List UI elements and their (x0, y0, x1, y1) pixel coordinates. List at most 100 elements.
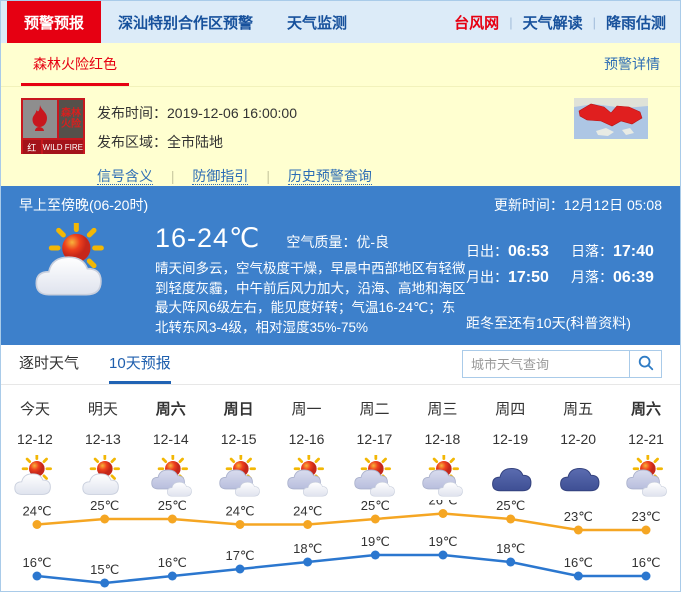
temperature-chart: 24℃ 25℃ 25℃ 24℃ 24℃ 25℃ 26℃ 25℃ 23℃ 23℃ 16℃ 15℃ 16℃ 1… (1, 500, 681, 592)
svg-text:17℃: 17℃ (225, 548, 254, 563)
sun-clouds-icon (205, 454, 273, 500)
link-signal-meaning[interactable]: 信号含义 (97, 168, 153, 185)
city-search (462, 350, 662, 378)
sun-cloud-icon (1, 454, 69, 500)
day-name: 明天 (69, 398, 137, 419)
svg-text:24℃: 24℃ (22, 504, 51, 519)
flame-icon (23, 100, 57, 138)
divider: | (509, 15, 512, 30)
forecast-day-column: 明天12-13 (69, 398, 137, 500)
forecast-tabbar: 逐时天气 10天预报 (1, 345, 680, 385)
forecast-day-column: 周六 12-21 (612, 398, 680, 500)
day-name: 周二 (341, 398, 409, 419)
tab-forest-fire-red-warning[interactable]: 森林火险红色 (21, 54, 129, 86)
svg-text:25℃: 25℃ (158, 500, 187, 513)
tab-10day-forecast[interactable]: 10天预报 (109, 352, 171, 384)
svg-text:26℃: 26℃ (428, 500, 457, 508)
forecast-day-column: 周三12-18 (408, 398, 476, 500)
wildfire-icon-title: 森林 火险 (59, 100, 83, 138)
publish-time-value: 2019-12-06 16:00:00 (167, 105, 297, 121)
winter-solstice-note: 距冬至还有10天(科普资料) (466, 313, 662, 333)
publish-area-value: 全市陆地 (167, 134, 223, 150)
day-date: 12-20 (544, 431, 612, 447)
link-history-warning-query[interactable]: 历史预警查询 (288, 168, 372, 185)
publish-time-label: 发布时间： (97, 105, 167, 121)
link-weather-interpretation[interactable]: 天气解读 (523, 12, 583, 33)
search-icon (637, 354, 655, 375)
day-date: 12-19 (476, 431, 544, 447)
tab-weather-monitoring[interactable]: 天气监测 (270, 1, 364, 43)
current-conditions-section: 早上至傍晚(06-20时) 更新时间：12月12日 05:08 16-24℃ 空… (1, 186, 680, 345)
wildfire-icon-level: 红 (23, 140, 41, 154)
forecast-day-column: 周五 12-20 (544, 398, 612, 500)
svg-text:23℃: 23℃ (564, 509, 593, 524)
svg-text:25℃: 25℃ (361, 500, 390, 513)
day-name: 今天 (1, 398, 69, 419)
sun-clouds-icon (341, 454, 409, 500)
sunset: 日落：17:40 (571, 241, 662, 261)
wildfire-icon-english: WILD FIRE (43, 140, 83, 154)
overcast-icon (476, 454, 544, 500)
svg-text:25℃: 25℃ (496, 500, 525, 513)
tab-shenshan-cooperation-warning[interactable]: 深汕特别合作区预警 (101, 1, 270, 43)
warning-tab-row: 森林火险红色 预警详情 (1, 43, 680, 87)
svg-text:18℃: 18℃ (293, 541, 322, 556)
day-name: 周六 (137, 398, 205, 419)
day-name: 周一 (273, 398, 341, 419)
publish-area-label: 发布区域： (97, 134, 167, 150)
svg-text:15℃: 15℃ (90, 562, 119, 577)
svg-text:16℃: 16℃ (158, 555, 187, 570)
moonset: 月落：06:39 (571, 267, 662, 287)
current-weather-icon (33, 223, 113, 337)
link-defense-guide[interactable]: 防御指引 (192, 168, 248, 185)
tab-hourly-weather[interactable]: 逐时天气 (19, 352, 79, 384)
warning-info: 发布时间：2019-12-06 16:00:00 发布区域：全市陆地 信号含义 … (97, 98, 372, 186)
day-date: 12-15 (205, 431, 273, 447)
svg-text:18℃: 18℃ (496, 541, 525, 556)
link-typhoon-net[interactable]: 台风网 (454, 12, 499, 33)
warning-links: 信号含义 | 防御指引 | 历史预警查询 (97, 166, 372, 186)
weather-page: 预警预报 深汕特别合作区预警 天气监测 台风网 | 天气解读 | 降雨估测 森林… (0, 0, 681, 592)
shenzhen-warning-map (574, 98, 648, 139)
day-date: 12-14 (137, 431, 205, 447)
forecast-day-column: 周日12-15 (205, 398, 273, 500)
temperature-range: 16-24℃ (155, 223, 260, 254)
forecast-day-column: 今天 12-12 (1, 398, 69, 500)
overcast-icon (544, 454, 612, 500)
day-date: 12-17 (341, 431, 409, 447)
search-button[interactable] (630, 350, 662, 378)
svg-text:24℃: 24℃ (225, 504, 254, 519)
svg-text:19℃: 19℃ (428, 534, 457, 549)
svg-text:23℃: 23℃ (631, 509, 660, 524)
sun-cloud-icon (69, 454, 137, 500)
top-right-links: 台风网 | 天气解读 | 降雨估测 (454, 1, 680, 43)
day-name: 周六 (612, 398, 680, 419)
day-date: 12-12 (1, 431, 69, 447)
warning-detail-link[interactable]: 预警详情 (604, 54, 660, 86)
day-date: 12-21 (612, 431, 680, 447)
sun-clouds-icon (137, 454, 205, 500)
link-rainfall-estimation[interactable]: 降雨估测 (606, 12, 666, 33)
sunrise: 日出：06:53 (466, 241, 557, 261)
divider: | (593, 15, 596, 30)
city-search-input[interactable] (462, 350, 630, 378)
svg-text:19℃: 19℃ (361, 534, 390, 549)
day-name: 周四 (476, 398, 544, 419)
divider: | (171, 168, 175, 184)
forecast-day-column: 周六 12-14 (137, 398, 205, 500)
air-quality: 空气质量：优-良 (286, 232, 389, 252)
sun-clouds-icon (408, 454, 476, 500)
warning-section: 森林火险红色 预警详情 森林 火险 红 W (1, 43, 680, 186)
svg-text:24℃: 24℃ (293, 504, 322, 519)
svg-text:25℃: 25℃ (90, 500, 119, 513)
day-name: 周五 (544, 398, 612, 419)
warning-body: 森林 火险 红 WILD FIRE 发布时间：2019-12-06 16:00:… (1, 87, 680, 186)
divider: | (266, 168, 270, 184)
sun-moon-times: 日出：06:53 日落：17:40 月出：17:50 月落：06:39 (466, 241, 662, 287)
moonrise: 月出：17:50 (466, 267, 557, 287)
tab-warning-forecast[interactable]: 预警预报 (7, 1, 101, 43)
sun-clouds-icon (612, 454, 680, 500)
forecast-days: 今天12-12 明天12-13 周六12-14 周日12-15 周一12-16 … (1, 385, 680, 500)
svg-text:16℃: 16℃ (631, 555, 660, 570)
forecast-day-column: 周一12-16 (273, 398, 341, 500)
